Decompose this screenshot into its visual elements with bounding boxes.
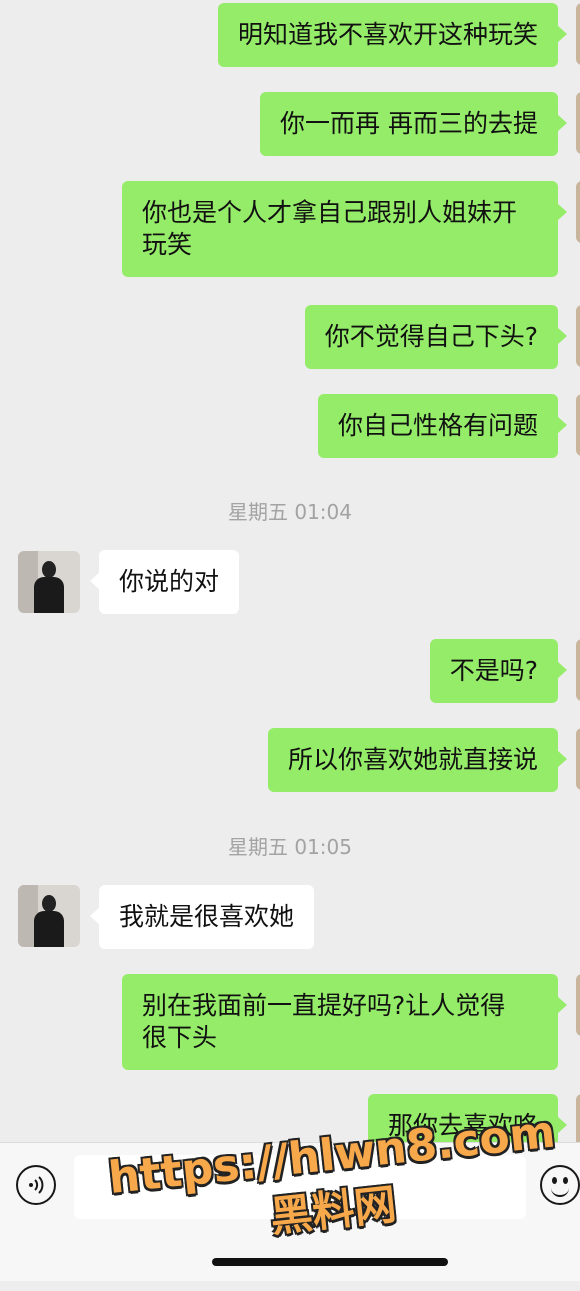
message-bubble-sent[interactable]: 你也是个人才拿自己跟别人姐妹开 玩笑 — [122, 181, 567, 277]
contact-avatar[interactable] — [18, 551, 80, 613]
message-row: 所以你喜欢她就直接说 — [0, 728, 580, 792]
message-bubble-sent[interactable]: 所以你喜欢她就直接说 — [267, 728, 568, 792]
self-avatar[interactable] — [576, 394, 580, 456]
message-row: 你自己性格有问题 — [0, 394, 580, 458]
timestamp: 星期五 01:04 — [228, 500, 352, 524]
message-bubble-sent[interactable]: 不是吗? — [429, 639, 568, 703]
self-avatar[interactable] — [576, 728, 580, 790]
self-avatar[interactable] — [576, 974, 580, 1036]
timestamp: 星期五 01:05 — [228, 835, 352, 859]
self-avatar[interactable] — [576, 1094, 580, 1142]
self-avatar[interactable] — [576, 3, 580, 65]
self-avatar[interactable] — [576, 639, 580, 701]
self-avatar[interactable] — [576, 92, 580, 154]
message-bubble-sent[interactable]: 明知道我不喜欢开这种玩笑 — [217, 3, 568, 67]
message-row: 你说的对 — [0, 550, 580, 614]
chat-area[interactable]: 明知道我不喜欢开这种玩笑 你一而再 再而三的去提 你也是个人才拿自己跟别人姐妹开… — [0, 0, 580, 1142]
message-bubble-received[interactable]: 我就是很喜欢她 — [89, 885, 315, 949]
message-bubble-sent[interactable]: 别在我面前一直提好吗?让人觉得 很下头 — [122, 974, 567, 1070]
message-row: 不是吗? — [0, 639, 580, 703]
contact-avatar[interactable] — [18, 885, 80, 947]
voice-icon[interactable] — [16, 1165, 56, 1205]
message-row: 你一而再 再而三的去提 — [0, 92, 580, 156]
message-row: 你也是个人才拿自己跟别人姐妹开 玩笑 — [0, 181, 580, 277]
self-avatar[interactable] — [576, 305, 580, 367]
message-bubble-sent[interactable]: 你自己性格有问题 — [317, 394, 568, 458]
message-bubble-received[interactable]: 你说的对 — [89, 550, 240, 614]
message-bubble-sent[interactable]: 你不觉得自己下头? — [304, 305, 568, 369]
message-bubble-sent[interactable]: 你一而再 再而三的去提 — [260, 92, 567, 156]
message-row: 我就是很喜欢她 — [0, 885, 580, 949]
self-avatar[interactable] — [576, 181, 580, 243]
message-row: 你不觉得自己下头? — [0, 305, 580, 369]
message-row: 明知道我不喜欢开这种玩笑 — [0, 3, 580, 67]
message-row: 别在我面前一直提好吗?让人觉得 很下头 — [0, 974, 580, 1070]
